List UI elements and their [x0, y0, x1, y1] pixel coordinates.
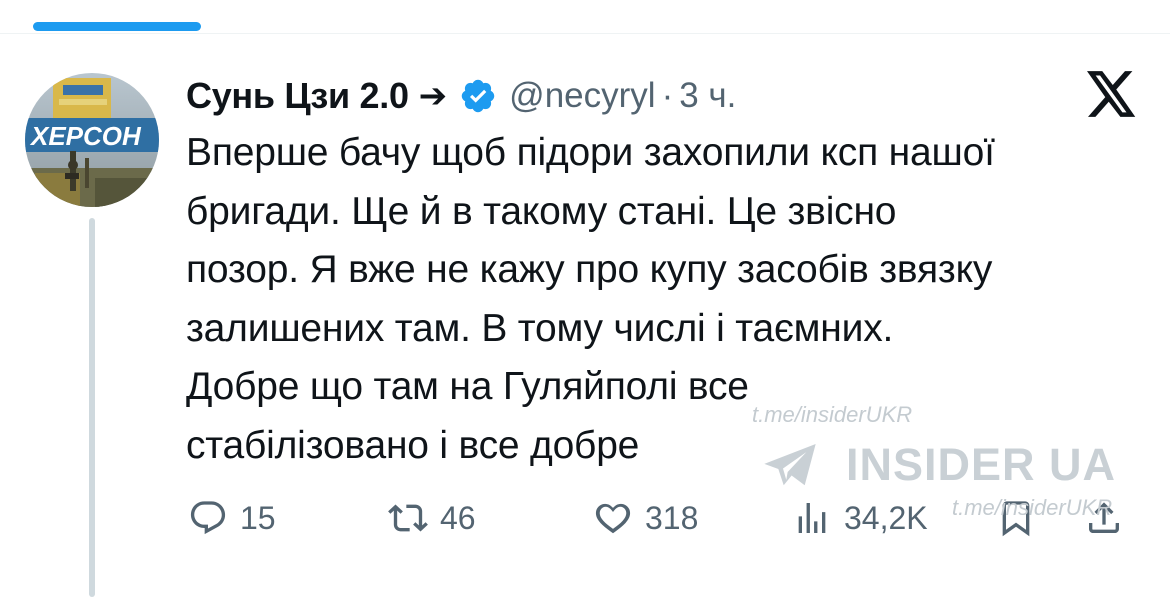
- x-logo-icon: [1087, 71, 1137, 117]
- reply-icon: [190, 501, 226, 535]
- watermark-logo: INSIDER UA: [762, 436, 1116, 494]
- tweet-text-line: позор. Я вже не кажу про купу засобів зв…: [186, 248, 993, 291]
- views-button[interactable]: 34,2K: [792, 492, 928, 544]
- telegram-icon: [764, 444, 816, 486]
- top-divider: [0, 33, 1170, 34]
- active-tab-indicator: [33, 22, 201, 31]
- repost-button[interactable]: 46: [388, 492, 476, 544]
- reply-count: 15: [240, 499, 276, 536]
- tweet-text-line: Вперше бачу щоб підори захопили ксп нашо…: [186, 131, 995, 174]
- like-count: 318: [645, 499, 699, 536]
- reply-button[interactable]: 15: [188, 492, 276, 544]
- like-button[interactable]: 318: [593, 492, 698, 544]
- views-icon: [798, 503, 826, 533]
- tweet-text-line: бригади. Ще й в такому стані. Це звісно: [186, 189, 897, 233]
- timestamp[interactable]: 3 ч.: [679, 76, 736, 116]
- watermark-url-bottom: t.me/insiderUKR: [952, 495, 1113, 520]
- verified-badge-icon: [459, 77, 497, 115]
- avatar-sign-text: ХЕРСОН: [29, 121, 142, 151]
- watermark-brand: INSIDER UA: [846, 439, 1117, 490]
- tweet-text-line: Добре що там на Гуляйполі все: [186, 365, 749, 408]
- heart-icon: [595, 503, 631, 534]
- tweet-text: Вперше бачу щоб підори захопили ксп нашо…: [186, 124, 1156, 475]
- arrow-glyph: ➔: [418, 77, 448, 115]
- user-handle[interactable]: @necyryl: [509, 76, 655, 116]
- tweet-text-line: залишених там. В тому числі і таємних.: [186, 306, 894, 350]
- watermark-url-top: t.me/insiderUKR: [752, 402, 913, 427]
- repost-icon: [388, 504, 428, 532]
- tweet-header: Сунь Цзи 2.0 ➔ @necyryl · 3 ч.: [186, 66, 736, 126]
- views-count: 34,2K: [844, 499, 928, 536]
- repost-count: 46: [440, 499, 476, 536]
- avatar-image: ХЕРСОН: [25, 73, 159, 207]
- separator-dot: ·: [661, 76, 674, 115]
- display-name[interactable]: Сунь Цзи 2.0: [186, 75, 409, 117]
- avatar[interactable]: ХЕРСОН: [25, 73, 159, 207]
- thread-line: [89, 218, 95, 597]
